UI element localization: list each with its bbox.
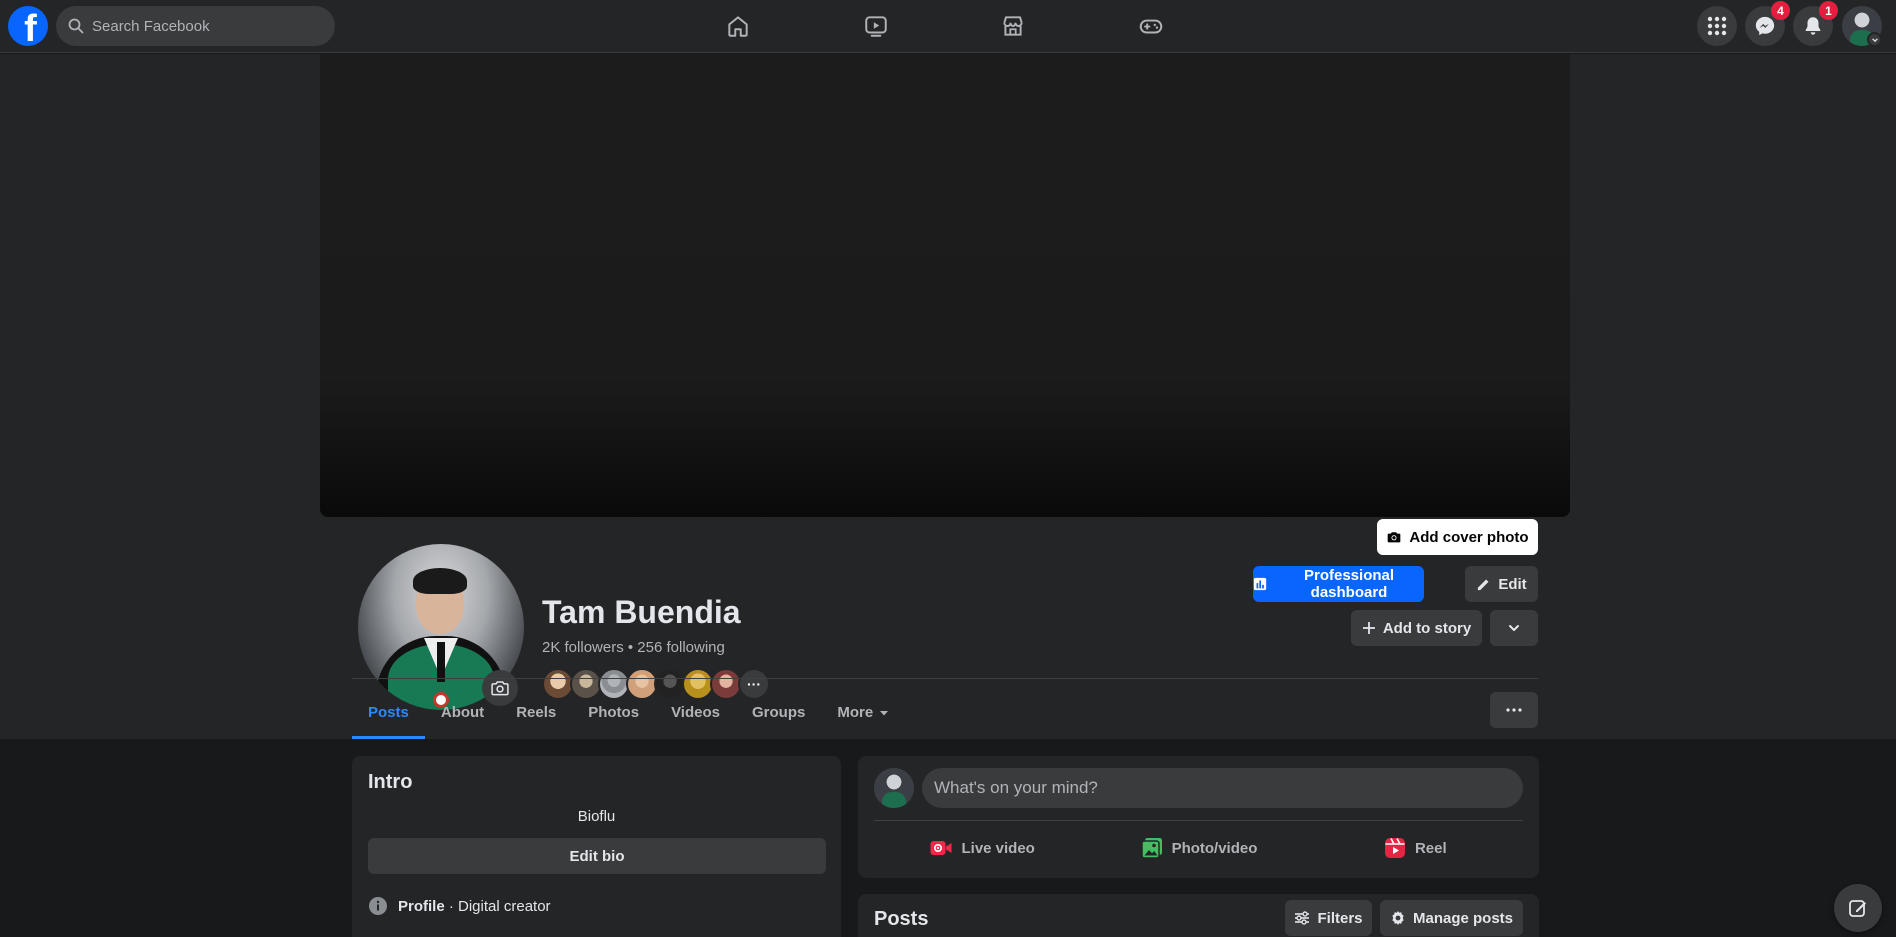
marketplace-icon	[1003, 16, 1023, 36]
reel-label: Reel	[1414, 839, 1447, 857]
edit-profile-button[interactable]: Edit	[1465, 566, 1538, 602]
photo-video-button[interactable]: Photo/video	[1090, 828, 1306, 868]
gear-icon	[1392, 911, 1404, 925]
new-message-button[interactable]	[1834, 884, 1882, 932]
nav-watch[interactable]	[848, 8, 904, 44]
whats-on-your-mind-input[interactable]	[922, 768, 1523, 808]
filters-button[interactable]: Filters	[1285, 900, 1372, 936]
intro-bio: Bioflu	[577, 808, 616, 825]
chevron-down-icon	[1509, 625, 1519, 631]
watch-icon	[865, 16, 887, 37]
header-divider	[352, 678, 1538, 679]
manage-posts-button[interactable]: Manage posts	[1380, 900, 1523, 936]
profile-tabs: Posts About Reels Photos Videos Groups M…	[352, 686, 905, 739]
follower-stats[interactable]: 2K followers • 256 following	[542, 639, 725, 656]
tab-groups[interactable]: Groups	[736, 686, 821, 739]
add-cover-photo-button[interactable]: Add cover photo	[1377, 519, 1538, 555]
profile-header: Add cover photo Tam Buendia 2K followers…	[0, 54, 1896, 739]
intro-profile-category: Profile · Digital creator	[368, 896, 551, 916]
gaming-icon	[1139, 19, 1163, 34]
filters-label: Filters	[1317, 909, 1363, 927]
info-icon	[369, 897, 387, 915]
professional-dashboard-button[interactable]: Professional dashboard	[1253, 566, 1424, 602]
add-to-story-label: Add to story	[1382, 619, 1472, 637]
nav-home[interactable]	[710, 8, 766, 44]
camera-icon	[1388, 532, 1401, 543]
search-box[interactable]	[56, 6, 335, 46]
posts-title: Posts	[874, 908, 929, 930]
edit-bio-button[interactable]: Edit bio	[368, 838, 826, 874]
tab-posts[interactable]: Posts	[352, 686, 425, 739]
photo-video-label: Photo/video	[1171, 839, 1258, 857]
add-to-story-button[interactable]: Add to story	[1351, 610, 1482, 646]
more-horizontal-icon	[1506, 708, 1522, 712]
tab-videos[interactable]: Videos	[655, 686, 736, 739]
top-navigation-bar: f 4 1	[0, 0, 1896, 53]
caret-down-icon	[880, 710, 889, 715]
messenger-badge: 4	[1771, 1, 1790, 20]
profile-name: Tam Buendia	[542, 594, 741, 630]
reel-icon	[1384, 838, 1405, 858]
reel-button[interactable]: Reel	[1307, 828, 1523, 868]
grid-menu-icon	[1707, 16, 1727, 36]
messenger-button[interactable]: 4	[1745, 1, 1790, 46]
add-cover-photo-label: Add cover photo	[1409, 528, 1529, 546]
nav-gaming[interactable]	[1123, 8, 1179, 44]
live-video-icon	[930, 841, 952, 855]
notifications-button[interactable]: 1	[1793, 1, 1838, 46]
filters-icon	[1295, 911, 1310, 925]
tab-photos[interactable]: Photos	[572, 686, 655, 739]
tab-reels[interactable]: Reels	[500, 686, 572, 739]
pencil-icon	[1478, 579, 1489, 590]
profile-category: · Digital creator	[444, 897, 551, 915]
search-icon	[68, 18, 84, 34]
compose-icon	[1849, 900, 1866, 917]
profile-options-button[interactable]	[1490, 610, 1538, 646]
composer-divider	[874, 820, 1523, 821]
facebook-logo[interactable]: f	[8, 6, 48, 46]
edit-label: Edit	[1498, 575, 1527, 593]
posts-section: Posts Filters Manage posts	[858, 894, 1539, 937]
manage-posts-label: Manage posts	[1412, 909, 1514, 927]
profile-label: Profile	[398, 897, 445, 915]
plus-icon	[1362, 622, 1375, 634]
cover-photo[interactable]	[320, 54, 1570, 517]
tab-more[interactable]: More	[821, 686, 905, 739]
live-video-label: Live video	[961, 839, 1035, 857]
account-menu-chevron-icon[interactable]	[1867, 32, 1882, 47]
tab-more-label: More	[837, 704, 874, 721]
messenger-icon	[1755, 16, 1775, 36]
intro-title: Intro	[368, 771, 413, 793]
home-icon	[728, 16, 748, 37]
professional-dashboard-label: Professional dashboard	[1304, 567, 1395, 601]
notifications-badge: 1	[1819, 1, 1838, 20]
menu-button[interactable]	[1697, 6, 1737, 46]
tab-about[interactable]: About	[425, 686, 500, 739]
search-input[interactable]	[92, 17, 312, 35]
profile-more-options-button[interactable]	[1490, 692, 1538, 728]
intro-card: Intro Bioflu Edit bio Profile · Digital …	[352, 756, 841, 937]
nav-marketplace[interactable]	[985, 8, 1041, 44]
bell-icon	[1805, 17, 1821, 35]
photo-video-icon	[1140, 838, 1162, 859]
composer-actions: Live video Photo/video Reel	[874, 828, 1523, 868]
live-video-button[interactable]: Live video	[874, 828, 1090, 868]
composer-avatar[interactable]	[874, 768, 914, 808]
post-composer: Live video Photo/video Reel	[858, 756, 1539, 878]
dashboard-icon	[1253, 577, 1267, 591]
